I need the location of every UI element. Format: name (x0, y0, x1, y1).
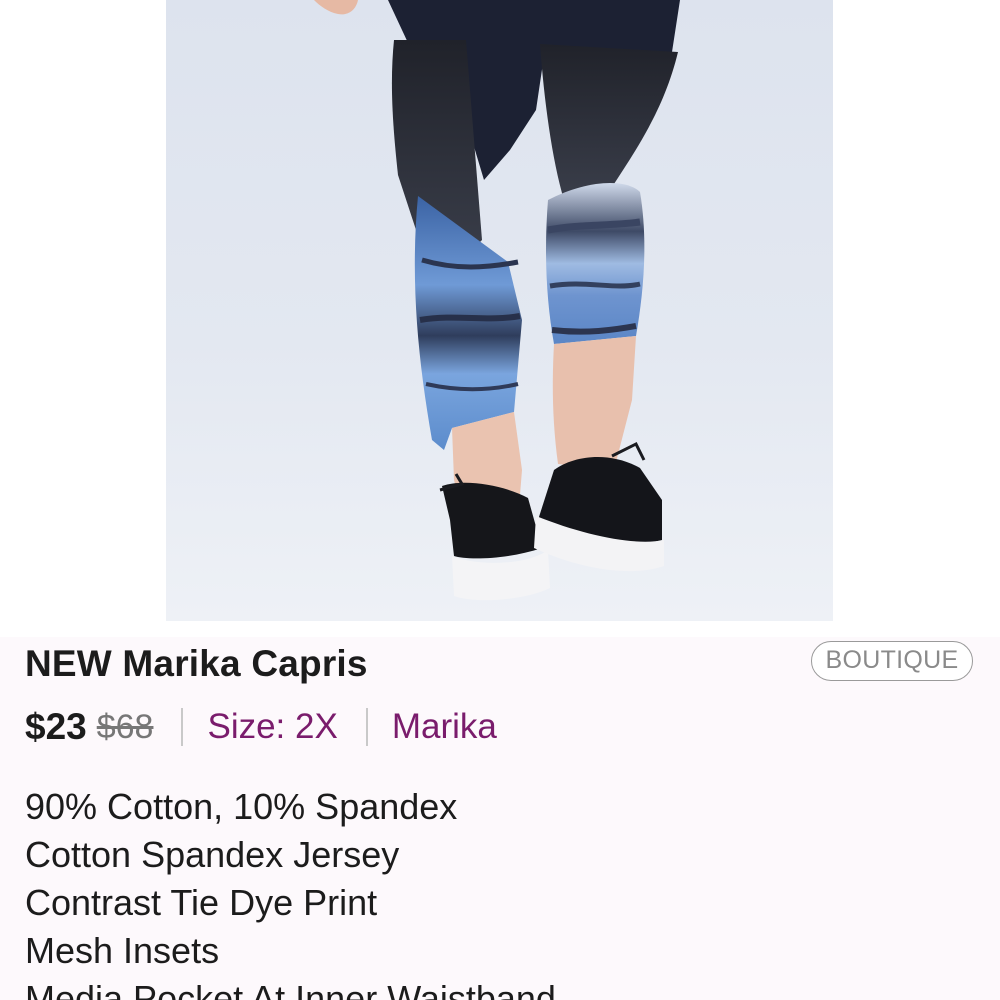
description-line: Contrast Tie Dye Print (25, 882, 378, 923)
original-price: $68 (96, 707, 154, 746)
brand-link[interactable]: Marika (392, 707, 497, 747)
size-link[interactable]: Size: 2X (207, 707, 337, 747)
listing-info-panel: NEW Marika Capris BOUTIQUE $23 $68 Size:… (0, 637, 1000, 1000)
leggings-illustration (314, 0, 680, 601)
description-list: 90% Cotton, 10% Spandex Cotton Spandex J… (25, 783, 556, 1000)
price-row: $23 $68 Size: 2X Marika (25, 705, 497, 749)
sale-price: $23 (25, 706, 87, 747)
boutique-badge[interactable]: BOUTIQUE (811, 641, 973, 681)
description-line: Media Pocket At Inner Waistband (25, 978, 556, 1000)
product-photo[interactable] (166, 0, 833, 621)
photo-area (0, 0, 1000, 637)
listing-title: NEW Marika Capris (25, 643, 368, 684)
description-line: Cotton Spandex Jersey (25, 834, 400, 875)
divider (365, 708, 368, 746)
listing-page: NEW Marika Capris BOUTIQUE $23 $68 Size:… (0, 0, 1000, 1000)
description-line: 90% Cotton, 10% Spandex (25, 786, 458, 827)
description-line: Mesh Insets (25, 930, 220, 971)
divider (181, 708, 184, 746)
